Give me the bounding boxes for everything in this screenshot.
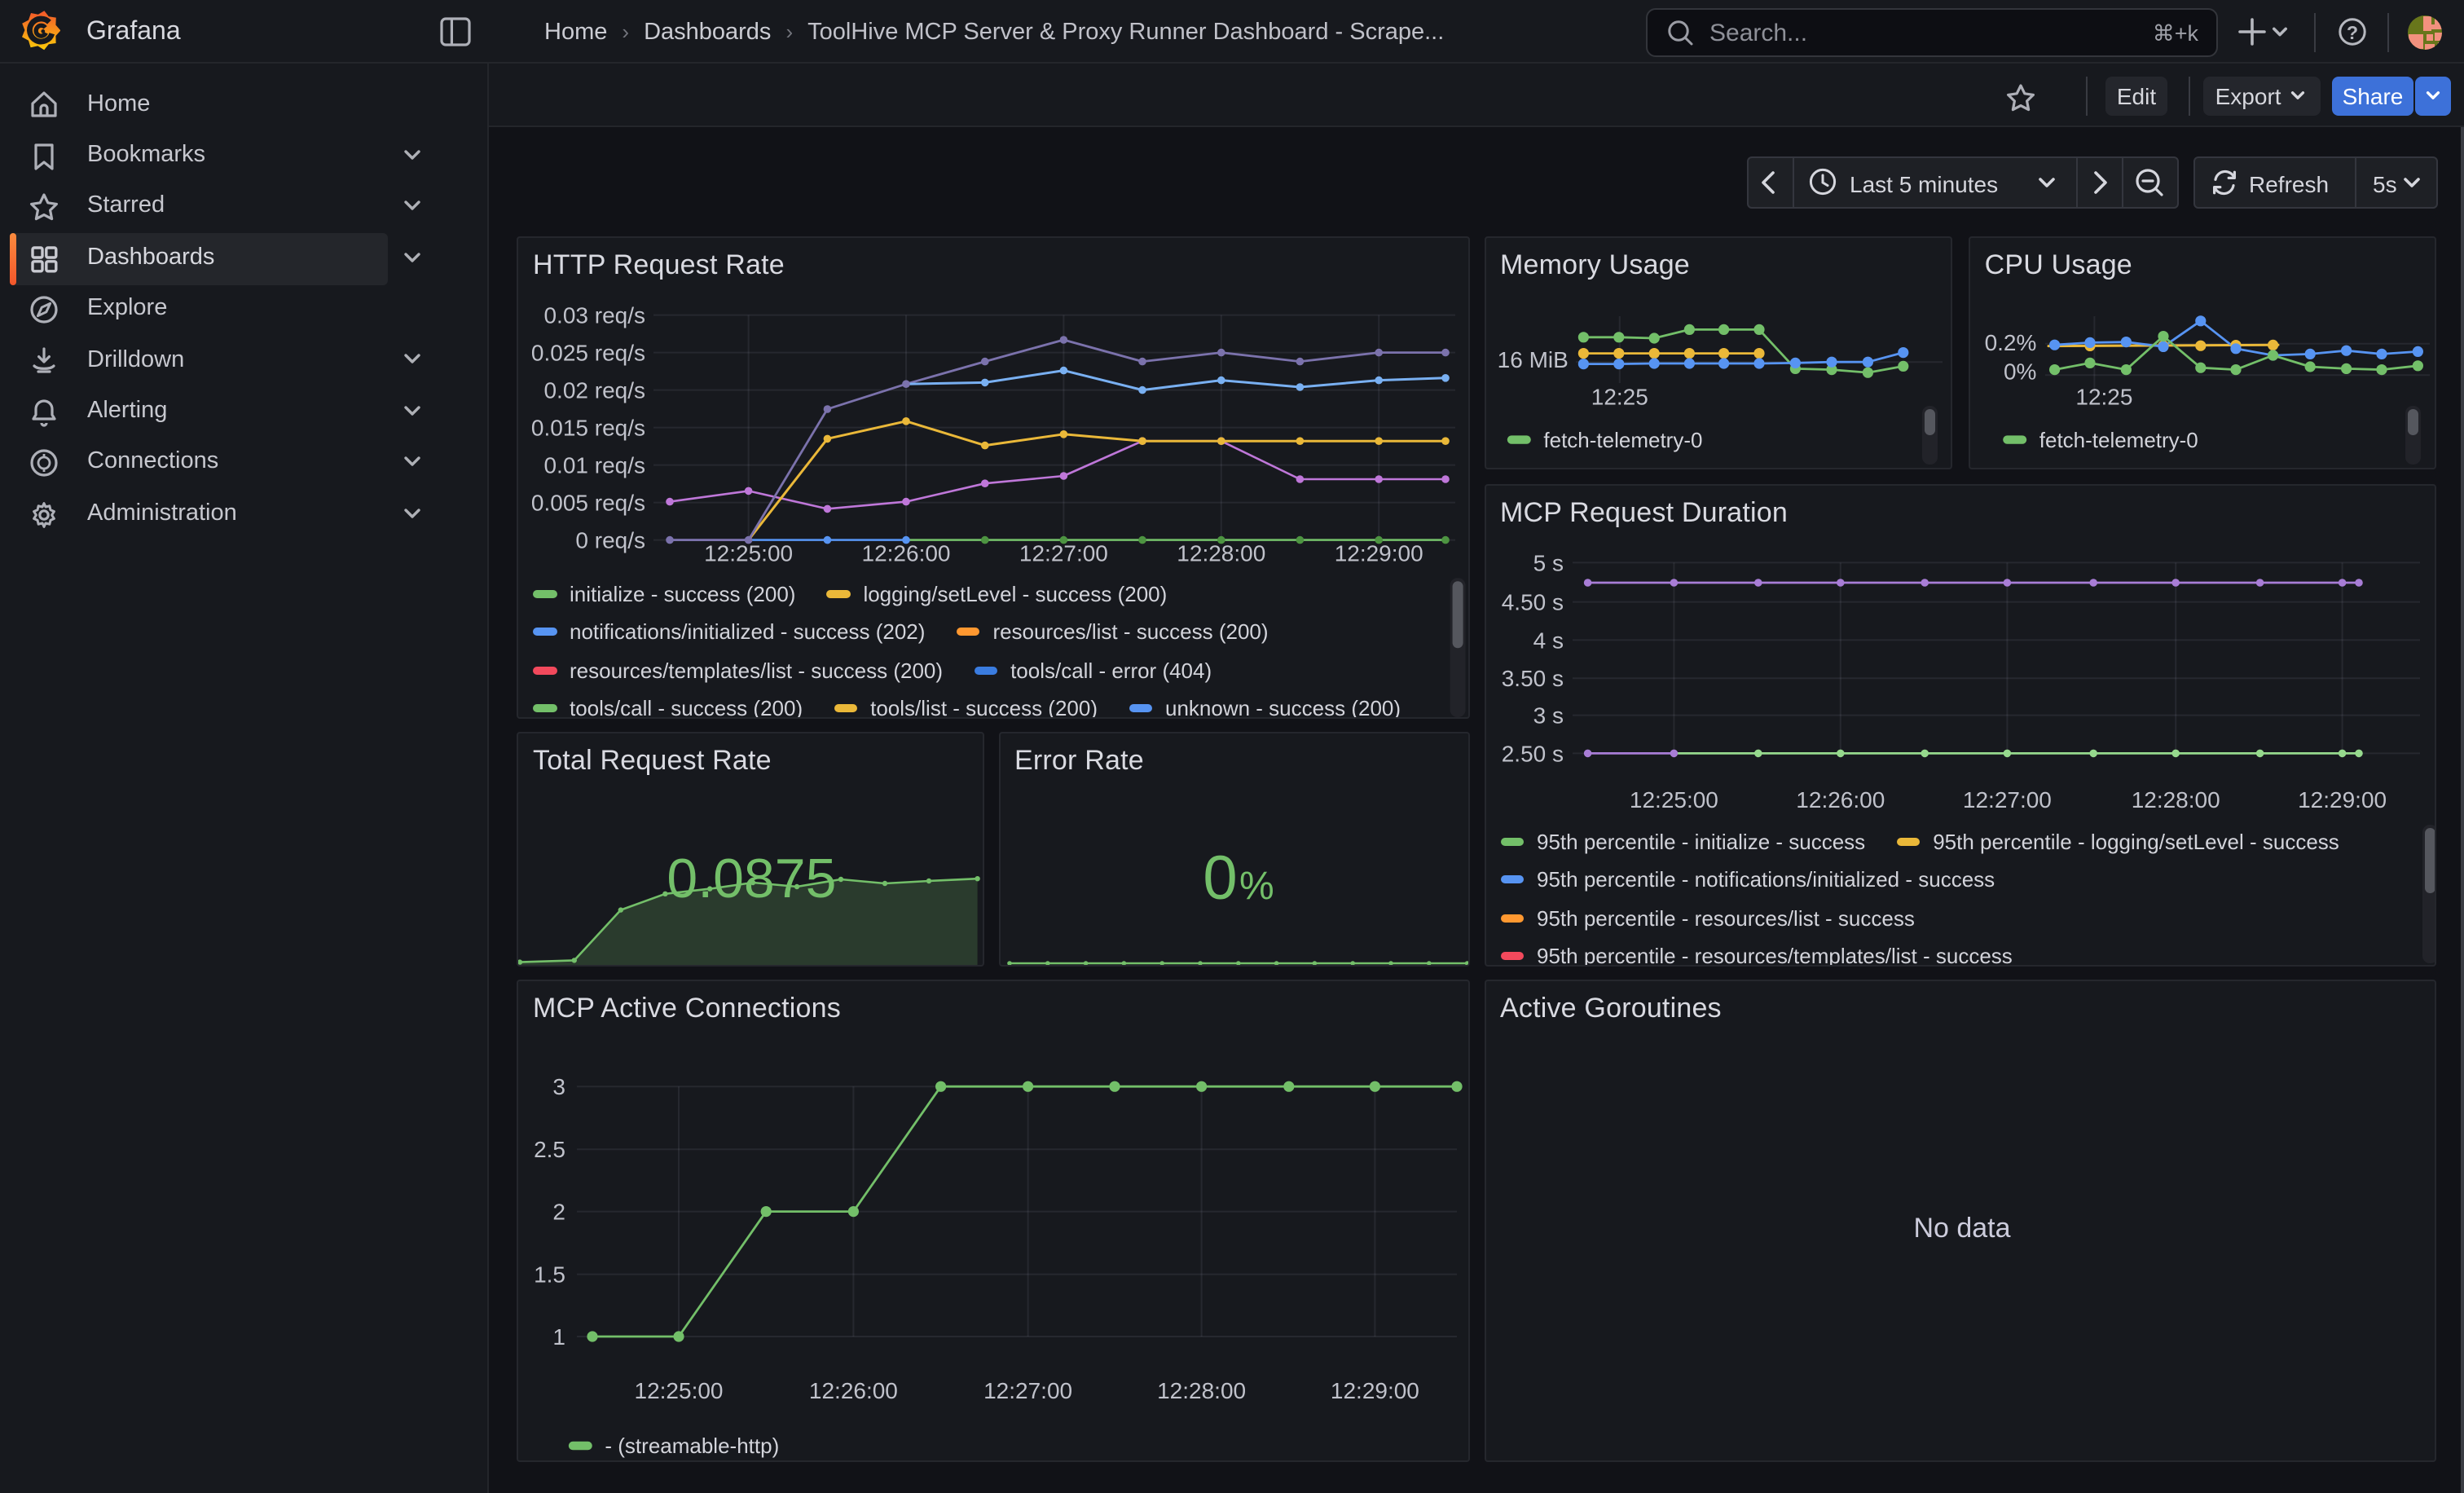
svg-text:0.015 req/s: 0.015 req/s [531,416,645,441]
svg-text:0.025 req/s: 0.025 req/s [531,341,645,366]
svg-text:12:28:00: 12:28:00 [1177,541,1265,566]
svg-text:0.03 req/s: 0.03 req/s [543,303,645,328]
svg-text:12:27:00: 12:27:00 [983,1378,1072,1403]
svg-text:0.005 req/s: 0.005 req/s [531,491,645,516]
svg-text:No data: No data [1912,1213,2009,1244]
svg-text:12:28:00: 12:28:00 [1157,1378,1246,1403]
svg-text:3: 3 [552,1074,565,1099]
svg-text:0.01 req/s: 0.01 req/s [543,453,645,478]
svg-text:0%: 0% [2004,359,2036,384]
svg-text:4.50 s: 4.50 s [1501,590,1563,615]
svg-text:12:28:00: 12:28:00 [2131,787,2220,813]
svg-text:12:27:00: 12:27:00 [1962,787,2051,813]
svg-text:12:29:00: 12:29:00 [2297,787,2386,813]
svg-text:2.50 s: 2.50 s [1501,741,1563,766]
svg-text:4 s: 4 s [1533,628,1563,653]
svg-text:0.02 req/s: 0.02 req/s [543,378,645,403]
svg-text:- (streamable-http): - (streamable-http) [605,1434,779,1458]
svg-text:?: ? [2347,22,2358,43]
svg-text:0.0875: 0.0875 [667,848,836,909]
svg-text:12:26:00: 12:26:00 [1795,787,1884,813]
svg-text:12:26:00: 12:26:00 [862,541,951,566]
svg-text:16 MiB: 16 MiB [1497,347,1568,372]
svg-text:3 s: 3 s [1533,703,1563,729]
svg-text:0 req/s: 0 req/s [575,528,645,553]
svg-text:5 s: 5 s [1533,550,1563,575]
svg-text:2.5: 2.5 [534,1137,565,1162]
svg-text:1.5: 1.5 [534,1262,565,1288]
svg-text:fetch-telemetry-0: fetch-telemetry-0 [1542,428,1701,452]
svg-text:12:25:00: 12:25:00 [635,1378,724,1403]
svg-text:12:26:00: 12:26:00 [809,1378,898,1403]
svg-text:12:29:00: 12:29:00 [1331,1378,1419,1403]
svg-text:12:27:00: 12:27:00 [1019,541,1108,566]
svg-text:3.50 s: 3.50 s [1501,666,1563,691]
svg-text:fetch-telemetry-0: fetch-telemetry-0 [2039,428,2198,452]
svg-text:2: 2 [552,1200,565,1225]
svg-text:0.2%: 0.2% [1984,330,2036,355]
svg-text:%: % [1239,865,1274,908]
svg-text:0: 0 [1202,843,1236,913]
svg-text:12:29:00: 12:29:00 [1335,541,1423,566]
svg-text:12:25: 12:25 [2075,385,2132,410]
svg-text:12:25:00: 12:25:00 [1629,787,1718,813]
svg-text:12:25: 12:25 [1591,385,1648,410]
svg-text:12:25:00: 12:25:00 [704,541,793,566]
svg-text:1: 1 [552,1324,565,1350]
